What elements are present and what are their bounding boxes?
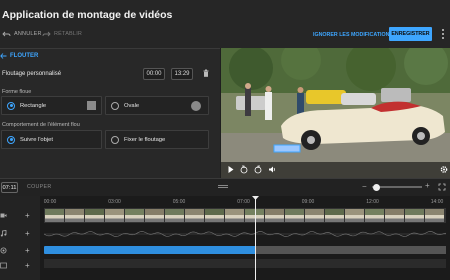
audio-waveform[interactable] [44, 226, 446, 242]
video-thumbnail [325, 209, 344, 222]
video-thumbnail [425, 209, 444, 222]
playhead[interactable] [255, 196, 256, 280]
oval-icon [191, 101, 201, 111]
page-title: Application de montage de vidéos [2, 9, 173, 21]
video-frame [221, 48, 450, 178]
back-label: FLOUTER [10, 53, 39, 59]
custom-blur-label: Floutage personnalisé [2, 71, 62, 77]
ruler-label: 09:00 [301, 199, 315, 205]
add-video-icon[interactable]: + [25, 212, 30, 220]
current-time-display[interactable]: 07:11 [1, 182, 18, 193]
undo-button[interactable]: ANNULER [2, 31, 42, 37]
redo-button[interactable]: RÉTABLIR [42, 31, 82, 37]
shape-section-label: Forme floue [2, 89, 32, 95]
radio-selected[interactable] [7, 101, 15, 110]
video-thumbnail [145, 209, 164, 222]
behavior-option-fixed[interactable]: Fixer le floutage [105, 130, 209, 149]
video-thumbnail [165, 209, 184, 222]
fit-to-screen-icon[interactable] [438, 183, 446, 191]
video-thumbnail [385, 209, 404, 222]
radio-selected[interactable] [7, 135, 15, 144]
behavior-option-label: Suivre l'objet [20, 136, 54, 143]
cut-button[interactable]: COUPER [27, 184, 51, 190]
video-thumbnail [185, 209, 204, 222]
shape-option-oval[interactable]: Ovale [105, 96, 209, 115]
ruler-label: 14:00 [430, 199, 444, 205]
radio-unselected[interactable] [111, 101, 119, 110]
redo-label: RÉTABLIR [54, 31, 83, 37]
empty-track [44, 259, 446, 268]
more-options-icon[interactable] [440, 28, 446, 40]
shape-option-label: Ovale [124, 102, 140, 109]
trash-icon[interactable] [203, 69, 209, 77]
video-thumbnail [85, 209, 104, 222]
redo-icon [42, 31, 51, 37]
radio-unselected[interactable] [111, 135, 119, 144]
zoom-slider-knob[interactable] [373, 183, 380, 191]
ruler-label: 03:00 [108, 199, 121, 205]
video-preview[interactable] [221, 48, 450, 178]
text-track-icon [0, 262, 7, 269]
video-thumbnail [205, 209, 224, 222]
video-thumbnail [225, 209, 244, 222]
shape-option-label: Rectangle [20, 102, 47, 109]
behavior-option-follow[interactable]: Suivre l'objet [1, 130, 102, 149]
video-thumbnail [285, 209, 304, 222]
video-thumbnail [125, 209, 144, 222]
video-thumbnail [265, 209, 284, 222]
video-thumbnail [365, 209, 384, 222]
ruler-label: 07:00 [237, 199, 250, 205]
volume-icon[interactable] [268, 165, 276, 174]
ruler-label: 00:00 [43, 199, 57, 205]
video-thumbnail [105, 209, 124, 222]
save-button[interactable]: ENREGISTRER [389, 27, 432, 41]
video-thumbnail [405, 209, 424, 222]
add-blur-icon[interactable]: + [25, 247, 30, 255]
rectangle-icon [87, 101, 96, 110]
blur-segment[interactable] [44, 246, 256, 254]
play-icon[interactable] [227, 165, 235, 174]
blur-track-icon [0, 247, 7, 254]
start-time-input[interactable]: 00:00 [143, 68, 165, 80]
ruler-label: 05:00 [172, 199, 186, 205]
rewind-icon[interactable] [240, 165, 248, 174]
add-audio-icon[interactable]: + [25, 230, 30, 238]
shape-option-rectangle[interactable]: Rectangle [1, 96, 102, 115]
music-icon [0, 230, 7, 237]
video-thumbnail [305, 209, 324, 222]
resize-handle[interactable] [218, 185, 228, 188]
undo-icon [2, 31, 11, 37]
video-thumbnail [45, 209, 64, 222]
add-track-icon[interactable]: + [25, 262, 30, 270]
video-track-icon [0, 213, 7, 218]
undo-label: ANNULER [14, 31, 42, 37]
back-to-blur-button[interactable]: FLOUTER [0, 53, 38, 59]
discard-changes-button[interactable]: IGNORER LES MODIFICATIONS [313, 32, 393, 38]
behavior-option-label: Fixer le floutage [124, 136, 166, 143]
arrow-left-icon [0, 53, 7, 59]
blur-track-remainder [256, 246, 446, 254]
settings-gear-icon[interactable] [440, 165, 448, 174]
ruler-label: 12:00 [366, 199, 379, 205]
behavior-section-label: Comportement de l'élément flou [2, 122, 80, 128]
end-time-input[interactable]: 13:29 [171, 68, 193, 80]
video-thumbnail [65, 209, 84, 222]
video-thumbnail [345, 209, 364, 222]
forward-icon[interactable] [254, 165, 262, 174]
zoom-out-icon[interactable]: − [362, 182, 367, 191]
zoom-in-icon[interactable]: + [425, 181, 430, 190]
top-bar [0, 0, 450, 48]
